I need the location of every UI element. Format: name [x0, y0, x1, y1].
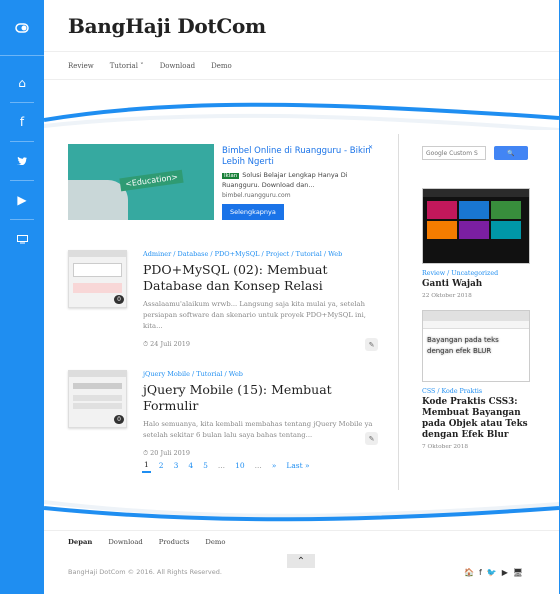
footer-nav-demo[interactable]: Demo: [205, 538, 225, 546]
recent-post-thumbnail[interactable]: [422, 188, 530, 264]
sidebar-divider: [10, 219, 34, 220]
main-area: BangHaji DotCom Review Tutorial ˅ Downlo…: [44, 0, 559, 594]
column-divider: [398, 134, 399, 490]
page-4[interactable]: 4: [186, 459, 195, 472]
ad-button[interactable]: Selengkapnya: [222, 204, 284, 220]
search-button[interactable]: 🔍: [494, 146, 528, 160]
search-box: Google Custom S 🔍: [422, 146, 528, 160]
desktop-icon[interactable]: 🖥: [513, 568, 523, 577]
post-categories[interactable]: jQuery Mobile / Tutorial / Web: [143, 370, 378, 378]
nav-download[interactable]: Download: [160, 62, 195, 70]
footer-nav: Depan Download Products Demo: [68, 538, 225, 546]
post-title[interactable]: PDO+MySQL (02): Membuat Database dan Kon…: [143, 262, 378, 294]
page-last[interactable]: Last »: [284, 459, 311, 472]
recent-post-categories[interactable]: Review / Uncategorized: [422, 270, 537, 277]
wave-divider-top: [44, 102, 559, 130]
post-date-text: 24 Juli 2019: [150, 340, 191, 348]
ad-title[interactable]: Bimbel Online di Ruangguru - Bikin Lebih…: [222, 146, 373, 168]
search-input[interactable]: Google Custom S: [422, 146, 486, 160]
recent-post-date: 7 Oktober 2018: [422, 444, 469, 450]
recent-post-date: 22 Oktober 2018: [422, 293, 472, 299]
page-ellipsis: ...: [254, 461, 262, 470]
post-categories[interactable]: Adminer / Database / PDO+MySQL / Project…: [143, 250, 378, 258]
page-3[interactable]: 3: [172, 459, 181, 472]
home-icon[interactable]: 🏠: [464, 568, 474, 577]
ad-badge: Iklan: [222, 173, 240, 179]
recent-post-title[interactable]: Kode Praktis CSS3: Membuat Bayangan pada…: [422, 397, 537, 441]
twitter-icon[interactable]: [0, 146, 44, 176]
footer-nav-download[interactable]: Download: [108, 538, 142, 546]
ad-url: bimbel.ruangguru.com: [222, 192, 291, 199]
ad-image-hand: [68, 180, 128, 220]
recent-post-title[interactable]: Ganti Wajah: [422, 279, 537, 290]
desktop-icon[interactable]: [0, 224, 44, 254]
ad-description: Iklan Solusi Belajar Lengkap Hanya Di Rua…: [222, 171, 373, 190]
facebook-icon[interactable]: f: [0, 107, 44, 137]
footer-divider: [44, 530, 559, 531]
ad-image-label: <Education>: [119, 169, 184, 192]
ad-description-text: Solusi Belajar Lengkap Hanya Di Ruanggur…: [222, 171, 348, 189]
twitter-icon[interactable]: 🐦: [487, 568, 497, 577]
pencil-icon[interactable]: ✎: [365, 338, 378, 351]
post-thumbnail[interactable]: 0: [68, 250, 127, 308]
post-date: ⏱ 20 Juli 2019: [143, 449, 191, 457]
recent-post: CSS / Kode Praktis Kode Praktis CSS3: Me…: [422, 388, 537, 450]
copyright: BangHaji DotCom © 2016. All Rights Reser…: [68, 568, 222, 576]
post-body: Adminer / Database / PDO+MySQL / Project…: [143, 250, 378, 351]
top-nav: Review Tutorial ˅ Download Demo: [44, 52, 559, 80]
page-5[interactable]: 5: [201, 459, 210, 472]
page-ellipsis: ...: [217, 461, 226, 470]
post-title[interactable]: jQuery Mobile (15): Membuat Formulir: [143, 382, 378, 414]
pagination: 1 2 3 4 5 ... 10 ... » Last »: [142, 458, 312, 473]
youtube-icon[interactable]: ▶: [0, 185, 44, 215]
sidebar: ⌂ f ▶: [0, 0, 44, 594]
page-next[interactable]: »: [270, 459, 279, 472]
recent-post-thumbnail[interactable]: Bayangan pada teks dengan efek BLUR: [422, 310, 530, 382]
toggle-icon[interactable]: [0, 0, 44, 56]
post-excerpt: Assalaamu'alaikum wrwb... Langsung saja …: [143, 300, 366, 330]
nav-tutorial[interactable]: Tutorial ˅: [110, 62, 144, 70]
wave-divider-bottom: [44, 500, 559, 522]
ad-body: ✕ Bimbel Online di Ruangguru - Bikin Leb…: [214, 144, 373, 220]
recent-post-categories[interactable]: CSS / Kode Praktis: [422, 388, 537, 395]
nav-demo[interactable]: Demo: [211, 62, 232, 70]
nav-review[interactable]: Review: [68, 62, 94, 70]
facebook-icon[interactable]: f: [479, 568, 482, 577]
comment-count[interactable]: 0: [114, 415, 124, 424]
page-10[interactable]: 10: [233, 459, 247, 472]
post-thumbnail[interactable]: 0: [68, 370, 127, 428]
home-icon[interactable]: ⌂: [0, 68, 44, 98]
sidebar-divider: [10, 180, 34, 181]
site-header: BangHaji DotCom: [44, 0, 559, 52]
recent-post: Review / Uncategorized Ganti Wajah 22 Ok…: [422, 270, 537, 299]
page-2[interactable]: 2: [157, 459, 166, 472]
post-date: ⏱ 24 Juli 2019: [143, 340, 191, 348]
ad-close-icon[interactable]: ✕: [368, 144, 373, 151]
ad-image[interactable]: <Education>: [68, 144, 214, 220]
footer-nav-depan[interactable]: Depan: [68, 538, 92, 546]
sidebar-divider: [10, 102, 34, 103]
scroll-top-button[interactable]: ⌃: [287, 554, 315, 568]
ad-banner[interactable]: <Education> ✕ Bimbel Online di Ruangguru…: [68, 144, 373, 220]
page-1[interactable]: 1: [142, 458, 151, 473]
recent-post-image-text: Bayangan pada teks dengan efek BLUR: [427, 336, 499, 355]
pencil-icon[interactable]: ✎: [365, 432, 378, 445]
site-title[interactable]: BangHaji DotCom: [68, 14, 266, 38]
post-excerpt: Halo semuanya, kita kembali membahas ten…: [143, 420, 373, 439]
content-area: <Education> ✕ Bimbel Online di Ruangguru…: [44, 134, 559, 490]
sidebar-divider: [10, 141, 34, 142]
footer-social: 🏠 f 🐦 ▶ 🖥: [464, 568, 523, 577]
post-date-text: 20 Juli 2019: [150, 449, 191, 457]
post-body: jQuery Mobile / Tutorial / Web jQuery Mo…: [143, 370, 378, 458]
comment-count[interactable]: 0: [114, 295, 124, 304]
footer-nav-products[interactable]: Products: [159, 538, 190, 546]
youtube-icon[interactable]: ▶: [502, 568, 508, 577]
